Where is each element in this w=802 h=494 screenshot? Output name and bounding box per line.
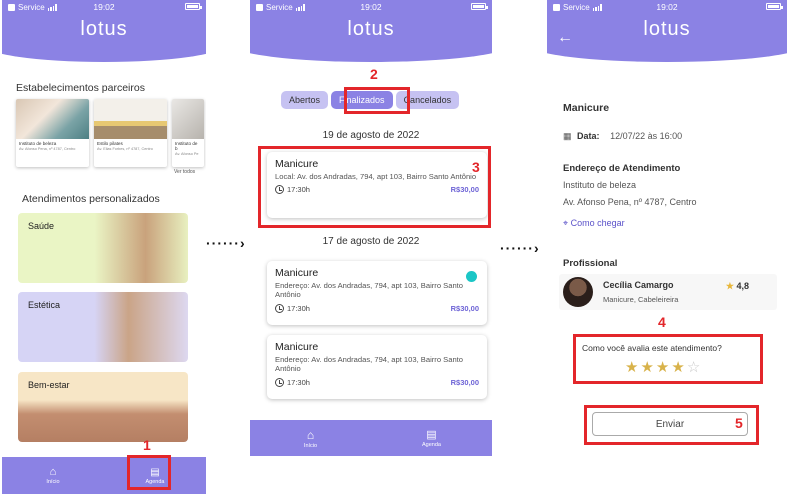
- unread-indicator: [466, 271, 477, 282]
- partner-image: [16, 99, 89, 139]
- partner-card[interactable]: Instituto de b Av. Afonso Pe: [172, 99, 204, 167]
- partner-card[interactable]: Estilo pilates Av. Elias Forbes, nº 4787…: [94, 99, 167, 167]
- address-place: Instituto de beleza: [563, 180, 637, 190]
- status-bar: Service 19:02: [250, 0, 492, 14]
- status-bar: Service 19:02: [2, 0, 206, 14]
- partner-image: [172, 99, 204, 139]
- service-card-wellness[interactable]: Bem-estar: [18, 372, 188, 442]
- tab-open[interactable]: Abertos: [281, 91, 329, 109]
- partner-image: [94, 99, 167, 139]
- annotation-box: [127, 455, 171, 490]
- appointment-card[interactable]: Manicure Endereço: Av. dos Andradas, 794…: [267, 261, 487, 325]
- partners-title: Estabelecimentos parceiros: [16, 82, 145, 94]
- appointment-card[interactable]: Manicure Endereço: Av. dos Andradas, 794…: [267, 335, 487, 399]
- annotation-box: [344, 87, 410, 114]
- back-arrow-icon[interactable]: ←: [557, 29, 573, 47]
- bottom-tab-bar: ⌂ Início ▤ Agenda: [2, 457, 206, 494]
- annotation-box: [573, 334, 763, 384]
- annotation-number: 4: [658, 314, 666, 330]
- app-logo: lotus: [347, 18, 395, 40]
- address-title: Endereço de Atendimento: [563, 163, 681, 174]
- annotation-number: 2: [370, 66, 378, 82]
- tab-schedule[interactable]: ▤ Agenda: [371, 420, 492, 456]
- address-street: Av. Afonso Pena, nº 4787, Centro: [563, 197, 697, 207]
- professional-card[interactable]: Cecília Camargo Manicure, Cabeleireira ★…: [559, 274, 777, 310]
- calendar-icon: ▦: [563, 131, 572, 141]
- calendar-icon: ▤: [426, 429, 437, 441]
- annotation-number: 3: [472, 159, 480, 175]
- clock-icon: [275, 377, 284, 387]
- annotation-number: 1: [143, 437, 151, 453]
- date-row: ▦ Data: 12/07/22 às 16:00: [563, 131, 683, 141]
- home-icon: ⌂: [306, 427, 315, 442]
- see-all-link[interactable]: Ver todos: [174, 169, 195, 175]
- screen-appointment-detail: Service 19:02 ← lotus Manicure ▦ Data: 1…: [547, 0, 787, 494]
- annotation-box: [584, 405, 759, 445]
- date-heading: 17 de agosto de 2022: [322, 236, 420, 247]
- star-icon: ★: [725, 281, 734, 291]
- flow-arrow: ······›: [206, 235, 246, 251]
- avatar: [563, 277, 593, 307]
- tab-home[interactable]: ⌂ Início: [2, 457, 104, 494]
- flow-arrow: ······›: [500, 240, 540, 256]
- app-logo: lotus: [643, 18, 691, 40]
- service-title: Manicure: [563, 102, 610, 114]
- status-bar: Service 19:02: [547, 0, 787, 14]
- date-heading: 19 de agosto de 2022: [322, 130, 420, 141]
- home-icon: ⌂: [49, 466, 57, 478]
- partners-carousel[interactable]: Instituto de beleza Av. Afonso Pena, nº …: [16, 99, 204, 167]
- services-title: Atendimentos personalizados: [22, 193, 160, 205]
- annotation-number: 5: [735, 415, 743, 431]
- service-card-aesthetics[interactable]: Estética: [18, 292, 188, 362]
- service-card-health[interactable]: Saúde: [18, 213, 188, 283]
- map-pin-icon: ⌖: [563, 218, 569, 228]
- clock-icon: [275, 303, 284, 313]
- screen-appointments: Service 19:02 lotus Abertos Finalizados …: [250, 0, 492, 494]
- partner-card[interactable]: Instituto de beleza Av. Afonso Pena, nº …: [16, 99, 89, 167]
- professional-title: Profissional: [563, 258, 618, 269]
- screen-home: Service 19:02 lotus Estabelecimentos par…: [2, 0, 206, 494]
- directions-link[interactable]: ⌖ Como chegar: [563, 218, 625, 229]
- app-logo: lotus: [80, 18, 128, 40]
- annotation-box: [258, 146, 491, 228]
- bottom-tab-bar: ⌂ Início ▤ Agenda: [250, 420, 492, 456]
- tab-home[interactable]: ⌂ Início: [250, 420, 371, 456]
